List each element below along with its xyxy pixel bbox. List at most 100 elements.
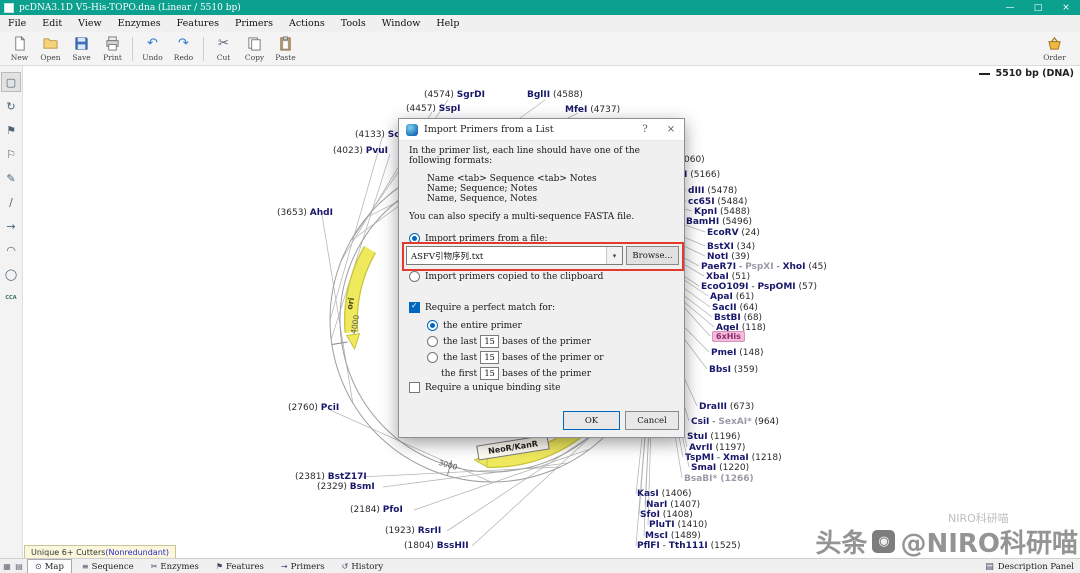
enzyme-label-bsshii[interactable]: (1804) BssHII — [404, 541, 469, 551]
flag-outline-tool[interactable]: ⚐ — [1, 144, 21, 164]
pencil-tool[interactable]: ✎ — [1, 168, 21, 188]
enzyme-label-bsmi[interactable]: (2329) BsmI — [317, 482, 375, 492]
print-button[interactable]: Print — [97, 36, 128, 62]
tab-history[interactable]: ↺History — [335, 560, 391, 573]
enzyme-label-pcii[interactable]: (2760) PciI — [288, 403, 339, 413]
enzyme-label-kpni[interactable]: KpnI (5488) — [694, 207, 750, 217]
tab-primers[interactable]: →Primers — [274, 560, 332, 573]
select-tool[interactable]: ▢ — [1, 72, 21, 92]
menu-tools[interactable]: Tools — [333, 17, 374, 30]
menu-window[interactable]: Window — [374, 17, 429, 30]
minimize-button[interactable]: — — [996, 3, 1024, 13]
enzyme-label-xbai[interactable]: XbaI (51) — [706, 272, 750, 282]
enzyme-label-pmei[interactable]: PmeI (148) — [711, 348, 764, 358]
enzyme-label-msci[interactable]: MscI (1489) — [645, 531, 701, 541]
slash-tool[interactable]: ∕ — [1, 192, 21, 212]
menu-primers[interactable]: Primers — [227, 17, 281, 30]
tab-map[interactable]: ⊙Map — [27, 559, 72, 573]
enzyme-label-cc65i[interactable]: cc65I (5484) — [688, 197, 747, 207]
cut-button[interactable]: ✂Cut — [208, 36, 239, 62]
enzyme-label-kasi[interactable]: KasI (1406) — [637, 489, 692, 499]
enzyme-label-pluti[interactable]: PluTI (1410) — [649, 520, 707, 530]
enzyme-label-paer7i[interactable]: PaeR7I - PspXI - XhoI (45) — [701, 262, 827, 272]
file-select-combo[interactable]: ASFV引物序列.txt ▾ — [406, 246, 623, 265]
description-panel-toggle[interactable]: ▤Description Panel — [985, 562, 1074, 572]
circle-tool[interactable]: ◯ — [1, 264, 21, 284]
menu-view[interactable]: View — [70, 17, 110, 30]
tab-enzymes[interactable]: ✂Enzymes — [144, 560, 206, 573]
enzyme-label-ecoo109i[interactable]: EcoO109I - PspOMI (57) — [701, 282, 817, 292]
new-button[interactable]: New — [4, 36, 35, 62]
save-button[interactable]: Save — [66, 36, 97, 62]
feature-tag-6xhis[interactable]: 6xHis — [712, 331, 745, 342]
arrow-tool[interactable]: → — [1, 216, 21, 236]
enzyme-label-csii[interactable]: CsiI - SexAI* (964) — [691, 417, 779, 427]
enzyme-label-bstbi[interactable]: BstBI (68) — [714, 313, 762, 323]
enzyme-label-bstxi[interactable]: BstXI (34) — [707, 242, 755, 252]
enzyme-label-nari[interactable]: NarI (1407) — [646, 500, 700, 510]
menu-help[interactable]: Help — [428, 17, 467, 30]
enzyme-label-sgrdi[interactable]: (4574) SgrDI — [424, 90, 485, 100]
entire-primer-radio[interactable] — [427, 320, 438, 331]
enzyme-label-sc[interactable]: (4133) Sc — [355, 130, 400, 140]
maximize-button[interactable]: □ — [1024, 3, 1052, 13]
flag-tool[interactable]: ⚑ — [1, 120, 21, 140]
enzyme-label-pvui[interactable]: (4023) PvuI — [333, 146, 388, 156]
enzyme-label-sspi[interactable]: (4457) SspI — [406, 104, 460, 114]
paste-button[interactable]: Paste — [270, 36, 301, 62]
last-bases-input[interactable] — [480, 335, 499, 348]
open-button[interactable]: Open — [35, 36, 66, 62]
menu-edit[interactable]: Edit — [34, 17, 70, 30]
last-bases-radio[interactable] — [427, 336, 438, 347]
cutters-selector-tab[interactable]: Unique 6+ Cutters (Nonredundant) — [24, 545, 176, 559]
import-from-clipboard-radio[interactable] — [409, 271, 420, 282]
enzyme-label-tspmi[interactable]: TspMI - XmaI (1218) — [685, 453, 782, 463]
dialog-help-button[interactable]: ? — [632, 119, 658, 140]
enzyme-label-avrii[interactable]: AvrII (1197) — [689, 443, 745, 453]
codon-tool[interactable]: CCA — [1, 288, 21, 308]
enzyme-label-pfoi[interactable]: (2184) PfoI — [350, 505, 403, 515]
arc-tool[interactable]: ◠ — [1, 240, 21, 260]
order-button[interactable]: Order — [1039, 36, 1070, 62]
panel-layout-icon-1[interactable]: ▦ — [2, 562, 12, 571]
panel-layout-icon-2[interactable]: ▤ — [14, 562, 24, 571]
tab-features[interactable]: ⚑Features — [209, 560, 271, 573]
enzyme-label-stui[interactable]: StuI (1196) — [687, 432, 740, 442]
first-bases-input[interactable] — [480, 367, 499, 380]
redo-button[interactable]: ↷Redo — [168, 36, 199, 62]
enzyme-label-sfoi[interactable]: SfoI (1408) — [640, 510, 693, 520]
menu-file[interactable]: File — [0, 17, 34, 30]
menu-features[interactable]: Features — [169, 17, 227, 30]
menu-enzymes[interactable]: Enzymes — [110, 17, 169, 30]
enzyme-label-bsabi[interactable]: BsaBI* (1266) — [684, 474, 754, 484]
close-button[interactable]: × — [1052, 3, 1080, 13]
dialog-title-bar[interactable]: Import Primers from a List ? × — [399, 119, 684, 141]
enzyme-label-pflfi[interactable]: PflFI - Tth111I (1525) — [637, 541, 741, 551]
enzyme-label-mfei[interactable]: MfeI (4737) — [565, 105, 620, 115]
browse-button[interactable]: Browse... — [626, 246, 679, 265]
enzyme-label-draiii[interactable]: DraIII (673) — [699, 402, 754, 412]
enzyme-label-smai[interactable]: SmaI (1220) — [691, 463, 749, 473]
undo-button[interactable]: ↶Undo — [137, 36, 168, 62]
enzyme-label-apai[interactable]: ApaI (61) — [710, 292, 754, 302]
enzyme-label-sacii[interactable]: SacII (64) — [712, 303, 758, 313]
enzyme-label-diii[interactable]: dIII (5478) — [688, 186, 737, 196]
enzyme-label-fragment[interactable]: 060) — [684, 155, 705, 165]
enzyme-label-bamhi[interactable]: BamHI (5496) — [686, 217, 752, 227]
cancel-button[interactable]: Cancel — [625, 411, 679, 430]
enzyme-label-i[interactable]: I (5166) — [684, 170, 720, 180]
perfect-match-checkbox[interactable] — [409, 302, 420, 313]
enzyme-label-bstz17i[interactable]: (2381) BstZ17I — [295, 472, 367, 482]
enzyme-label-bglii[interactable]: BglII (4588) — [527, 90, 583, 100]
menu-actions[interactable]: Actions — [281, 17, 333, 30]
cutters-mode-link[interactable]: (Nonredundant) — [105, 548, 169, 557]
enzyme-label-rsrii[interactable]: (1923) RsrII — [385, 526, 441, 536]
ok-button[interactable]: OK — [563, 411, 620, 430]
last-or-first-radio[interactable] — [427, 352, 438, 363]
enzyme-label-bbsi[interactable]: BbsI (359) — [709, 365, 758, 375]
combo-dropdown-icon[interactable]: ▾ — [606, 247, 622, 264]
dialog-close-button[interactable]: × — [658, 119, 684, 140]
unique-binding-checkbox[interactable] — [409, 382, 420, 393]
copy-button[interactable]: Copy — [239, 36, 270, 62]
tab-sequence[interactable]: ≡Sequence — [75, 560, 141, 573]
